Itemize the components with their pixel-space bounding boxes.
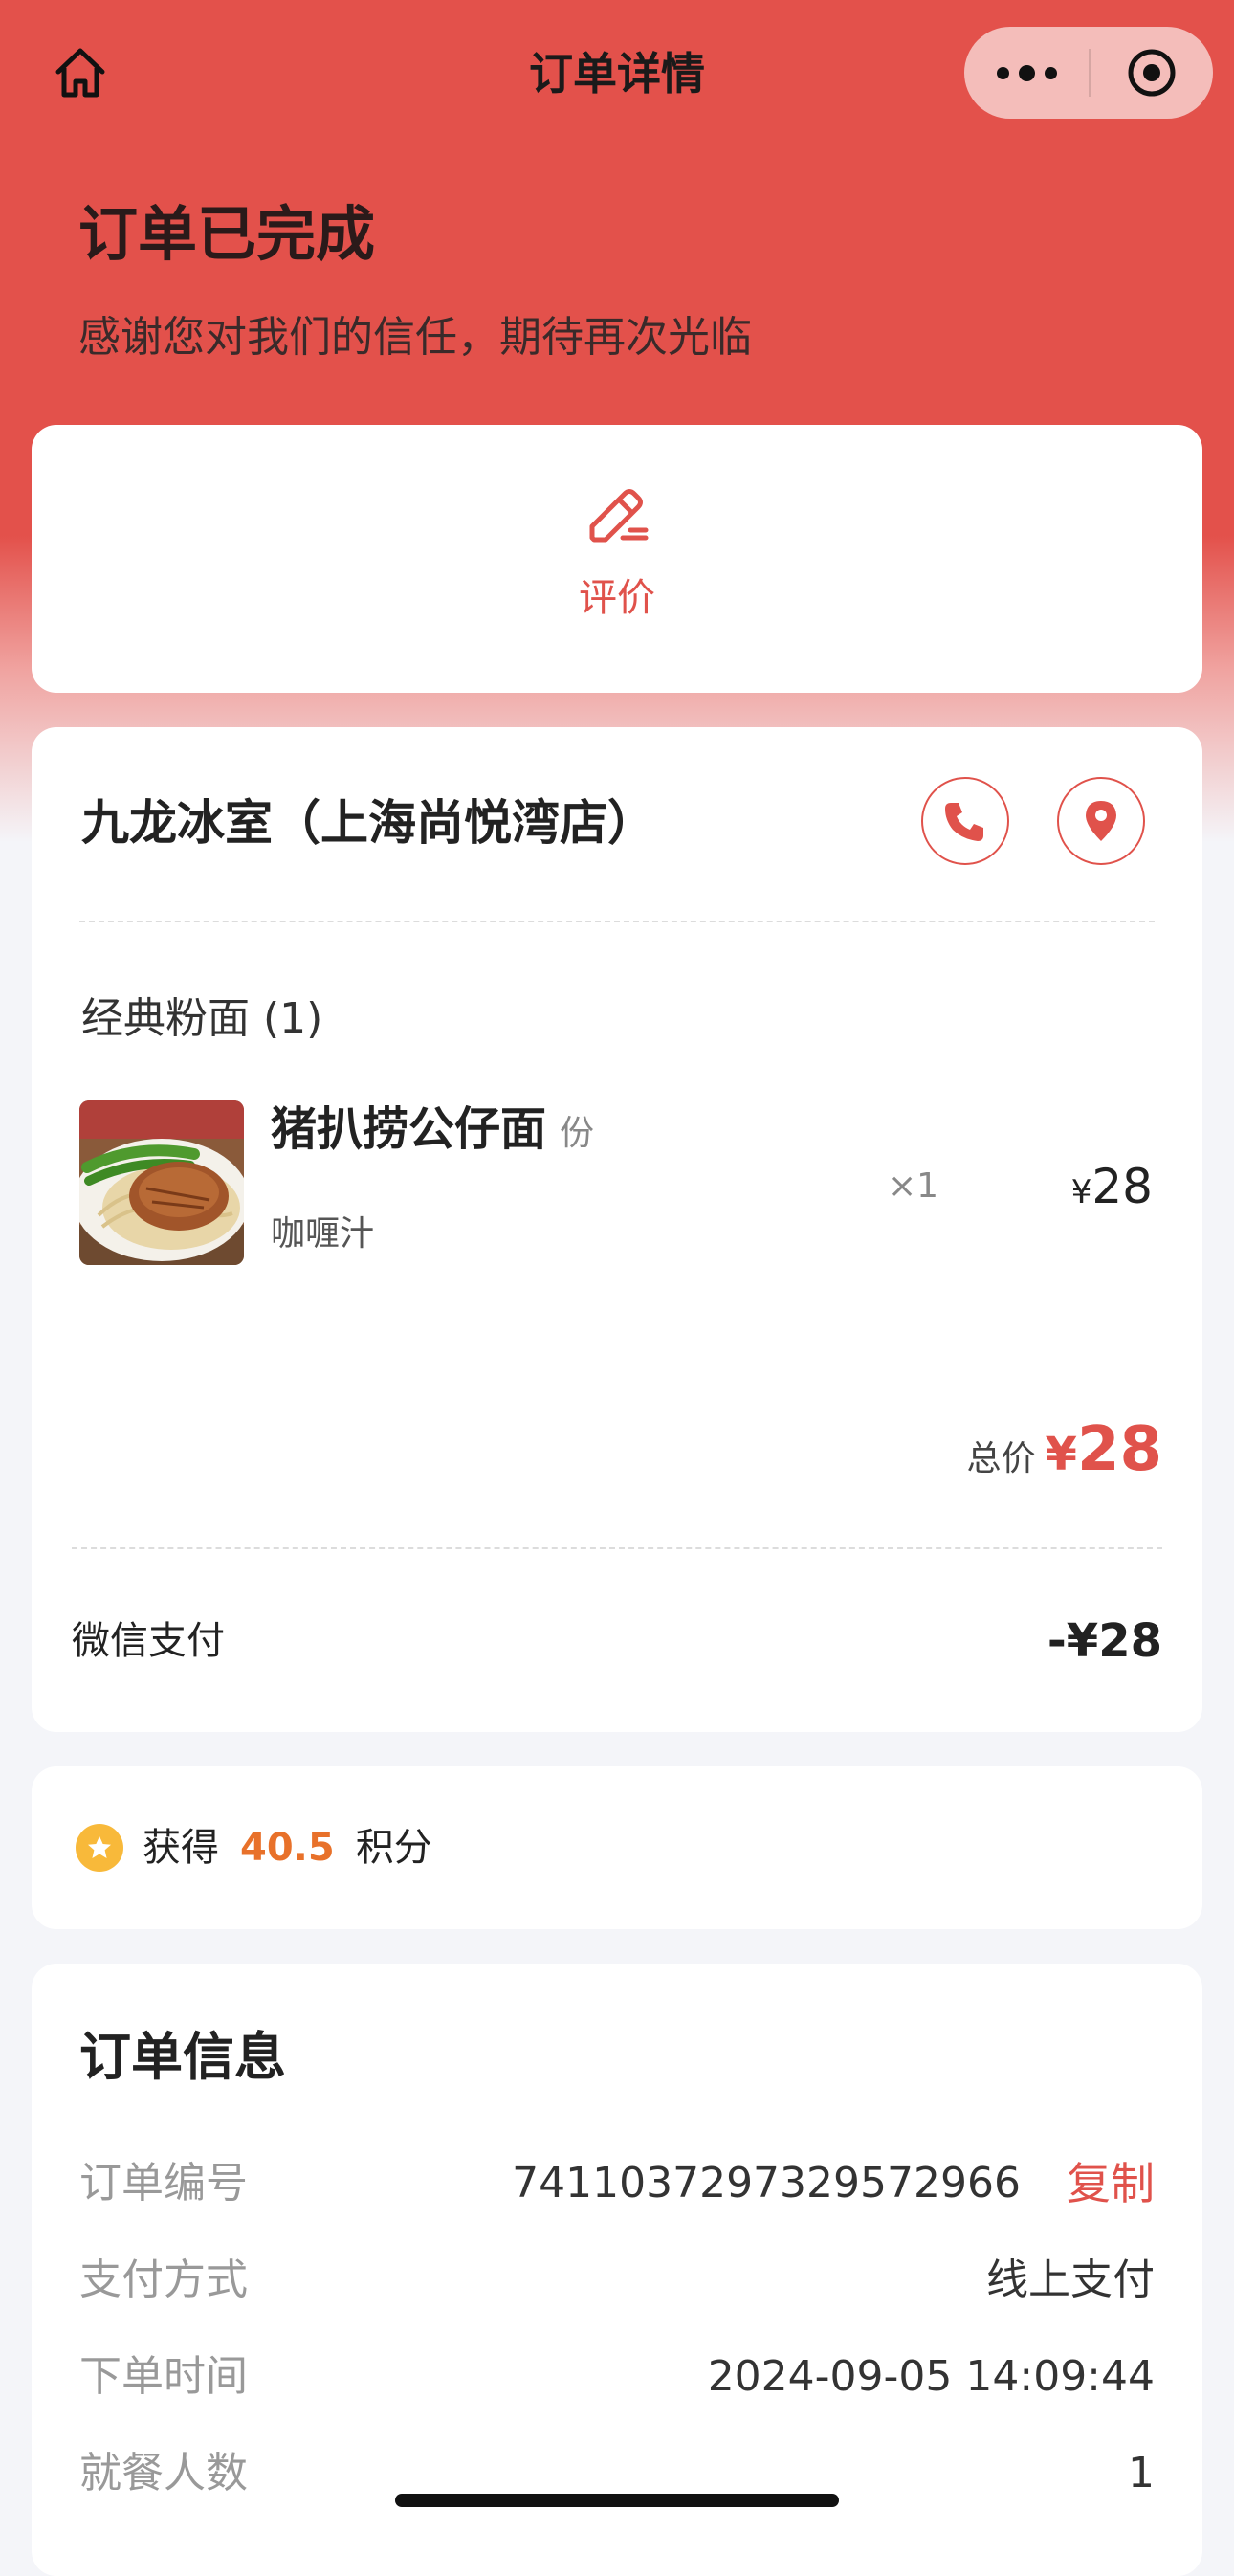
more-dots-icon bbox=[992, 64, 1062, 81]
payment-type-value: 线上支付 bbox=[986, 2255, 1155, 2304]
order-status-subtitle: 感谢您对我们的信任，期待再次光临 bbox=[78, 313, 752, 362]
order-number-row: 订单编号 7411037297329572966 复制 bbox=[79, 2145, 1155, 2222]
order-status-title: 订单已完成 bbox=[78, 199, 376, 269]
order-time-row: 下单时间 2024-09-05 14:09:44 bbox=[79, 2339, 1155, 2415]
points-row: 获得 40.5 积分 bbox=[76, 1814, 432, 1881]
store-name[interactable]: 九龙冰室（上海尚悦湾店） bbox=[81, 785, 655, 861]
pencil-icon bbox=[589, 489, 649, 543]
payment-divider bbox=[72, 1547, 1162, 1549]
order-info-card: 订单信息 订单编号 7411037297329572966 复制 支付方式 线上… bbox=[32, 1964, 1202, 2576]
call-store-button[interactable] bbox=[921, 777, 1009, 865]
total-value: 28 bbox=[1076, 1414, 1162, 1485]
category-heading: 经典粉面 (1) bbox=[81, 994, 323, 1043]
home-indicator[interactable] bbox=[395, 2494, 839, 2507]
phone-icon bbox=[945, 803, 983, 841]
food-price: ¥28 bbox=[1071, 1148, 1153, 1231]
store-divider bbox=[79, 921, 1155, 922]
food-price-currency: ¥ bbox=[1070, 1173, 1092, 1211]
payment-method-label: 微信支付 bbox=[72, 1619, 225, 1663]
food-spec: 咖喱汁 bbox=[271, 1214, 375, 1254]
points-suffix: 积分 bbox=[355, 1826, 432, 1870]
order-card: 九龙冰室（上海尚悦湾店） 经典粉面 (1) 猪扒捞公仔面份 咖喱汁 ×1 ¥28… bbox=[32, 727, 1202, 1732]
order-time-value: 2024-09-05 14:09:44 bbox=[707, 2352, 1155, 2401]
points-prefix: 获得 bbox=[143, 1826, 219, 1870]
store-location-button[interactable] bbox=[1057, 777, 1145, 865]
more-button[interactable] bbox=[964, 27, 1089, 119]
order-number-label: 订单编号 bbox=[79, 2159, 248, 2208]
review-button[interactable]: 评价 bbox=[521, 478, 713, 641]
actions-card: 评价 bbox=[32, 425, 1202, 693]
total-label: 总价 bbox=[966, 1439, 1036, 1478]
points-card: 获得 40.5 积分 bbox=[32, 1766, 1202, 1929]
food-name-text: 猪扒捞公仔面 bbox=[271, 1102, 547, 1156]
order-number-value: 7411037297329572966 bbox=[512, 2159, 1021, 2208]
total-price-row: 总价 ¥28 bbox=[967, 1407, 1162, 1508]
order-info-title: 订单信息 bbox=[79, 2027, 286, 2087]
payment-type-label: 支付方式 bbox=[79, 2255, 248, 2304]
mini-program-capsule bbox=[964, 27, 1213, 119]
food-price-value: 28 bbox=[1091, 1159, 1153, 1214]
star-icon bbox=[76, 1824, 123, 1872]
payment-type-row: 支付方式 线上支付 bbox=[79, 2242, 1155, 2319]
food-unit: 份 bbox=[560, 1114, 595, 1153]
close-mini-program-button[interactable] bbox=[1091, 27, 1213, 119]
food-name: 猪扒捞公仔面份 bbox=[271, 1091, 594, 1172]
location-pin-icon bbox=[1086, 801, 1116, 841]
copy-order-number-button[interactable]: 复制 bbox=[1067, 2145, 1155, 2222]
food-image bbox=[79, 1100, 244, 1265]
review-label: 评价 bbox=[579, 576, 655, 620]
diners-label: 就餐人数 bbox=[79, 2449, 248, 2498]
target-icon bbox=[1128, 49, 1176, 97]
food-quantity: ×1 bbox=[888, 1166, 939, 1206]
total-currency: ¥ bbox=[1045, 1428, 1077, 1481]
diners-value: 1 bbox=[1128, 2449, 1155, 2498]
points-value: 40.5 bbox=[240, 1826, 335, 1870]
payment-amount: -¥28 bbox=[1047, 1614, 1162, 1668]
order-time-label: 下单时间 bbox=[79, 2352, 248, 2401]
